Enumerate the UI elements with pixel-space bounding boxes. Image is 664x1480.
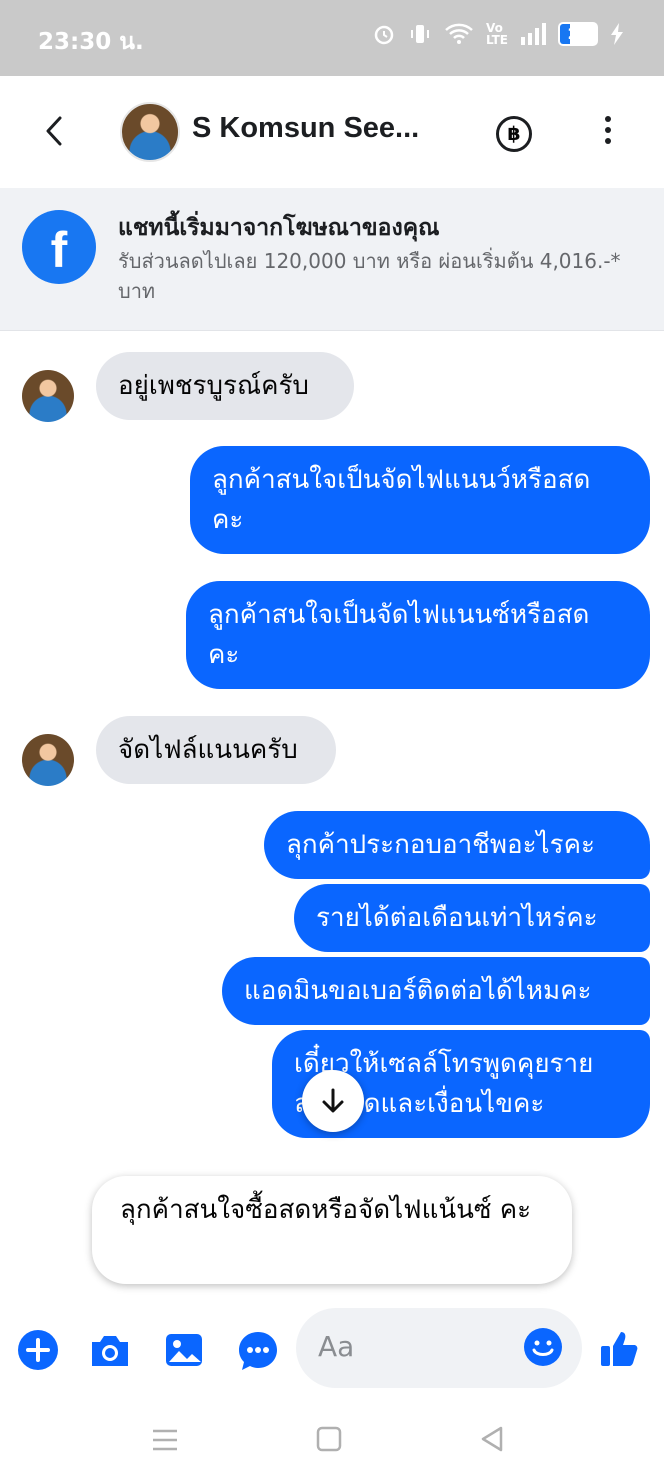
wifi-icon: [445, 23, 473, 44]
menu-icon[interactable]: [152, 1428, 178, 1452]
emoji-icon[interactable]: [524, 1328, 562, 1366]
gallery-icon[interactable]: [162, 1328, 206, 1372]
message-outgoing[interactable]: ลูกค้าสนใจเป็นจัดไฟแนนว์หรือสด คะ: [190, 446, 650, 554]
message-outgoing[interactable]: รายได้ต่อเดือนเท่าไหร่คะ: [294, 884, 650, 952]
message-outgoing[interactable]: ลูกค้าสนใจเป็นจัดไฟแนนซ์หรือสด คะ: [186, 581, 650, 689]
facebook-logo-icon: f: [22, 210, 96, 284]
message-incoming[interactable]: จัดไฟล์แนนครับ: [96, 716, 336, 784]
arrow-down-icon: [322, 1088, 344, 1113]
baht-payment-icon[interactable]: ฿: [496, 116, 532, 152]
alarm-icon: [374, 25, 394, 45]
message-outgoing[interactable]: ลุกค้าประกอบอาชีพอะไรคะ: [264, 811, 650, 879]
message-incoming[interactable]: อยู่เพชรบูรณ์ครับ: [96, 352, 354, 420]
status-time: 23:30 น.: [38, 29, 144, 55]
back-arrow-icon[interactable]: [40, 114, 70, 148]
back-triangle-icon[interactable]: [480, 1426, 504, 1452]
status-icons: Vo LTE 24: [372, 22, 624, 46]
banner-subtitle: รับส่วนลดไปเลย 120,000 บาท หรือ ผ่อนเริ่…: [118, 249, 621, 303]
scroll-to-bottom-button[interactable]: [302, 1070, 364, 1132]
camera-icon[interactable]: [88, 1328, 132, 1372]
contact-avatar-small[interactable]: [22, 734, 74, 786]
vibrate-icon: [410, 25, 429, 43]
contact-name[interactable]: S Komsun See...: [192, 112, 419, 145]
system-navigation-bar: [0, 1400, 664, 1480]
message-composer: Aa: [0, 1306, 664, 1390]
plus-icon[interactable]: [16, 1328, 60, 1372]
draft-message[interactable]: ลุกค้าสนใจซื้อสดหรือจัดไฟแน้นซ์ คะ: [92, 1176, 572, 1284]
message-outgoing[interactable]: แอดมินขอเบอร์ติดต่อได้ไหมคะ: [222, 957, 650, 1025]
contact-avatar[interactable]: [120, 102, 180, 162]
message-input-placeholder: Aa: [318, 1330, 355, 1363]
message-input[interactable]: Aa: [296, 1308, 582, 1388]
chat-header: S Komsun See... ฿: [0, 76, 664, 188]
battery-icon: 24: [558, 22, 598, 46]
banner-title: แชทนี้เริ่มมาจากโฆษณาของคุณ: [118, 215, 440, 241]
status-bar: 23:30 น. Vo LTE 24: [0, 0, 664, 76]
home-square-icon[interactable]: [316, 1426, 342, 1452]
contact-avatar-small[interactable]: [22, 370, 74, 422]
ad-origin-banner: f แชทนี้เริ่มมาจากโฆษณาของคุณ รับส่วนลดไ…: [0, 188, 664, 331]
battery-level: 24: [567, 25, 589, 43]
thumbs-up-icon[interactable]: [598, 1326, 642, 1370]
volte-icon: Vo LTE: [485, 21, 508, 47]
more-options-icon[interactable]: [600, 116, 616, 152]
charging-icon: [611, 23, 623, 45]
chat-bubble-icon[interactable]: [236, 1328, 280, 1372]
signal-icon: [521, 23, 546, 45]
